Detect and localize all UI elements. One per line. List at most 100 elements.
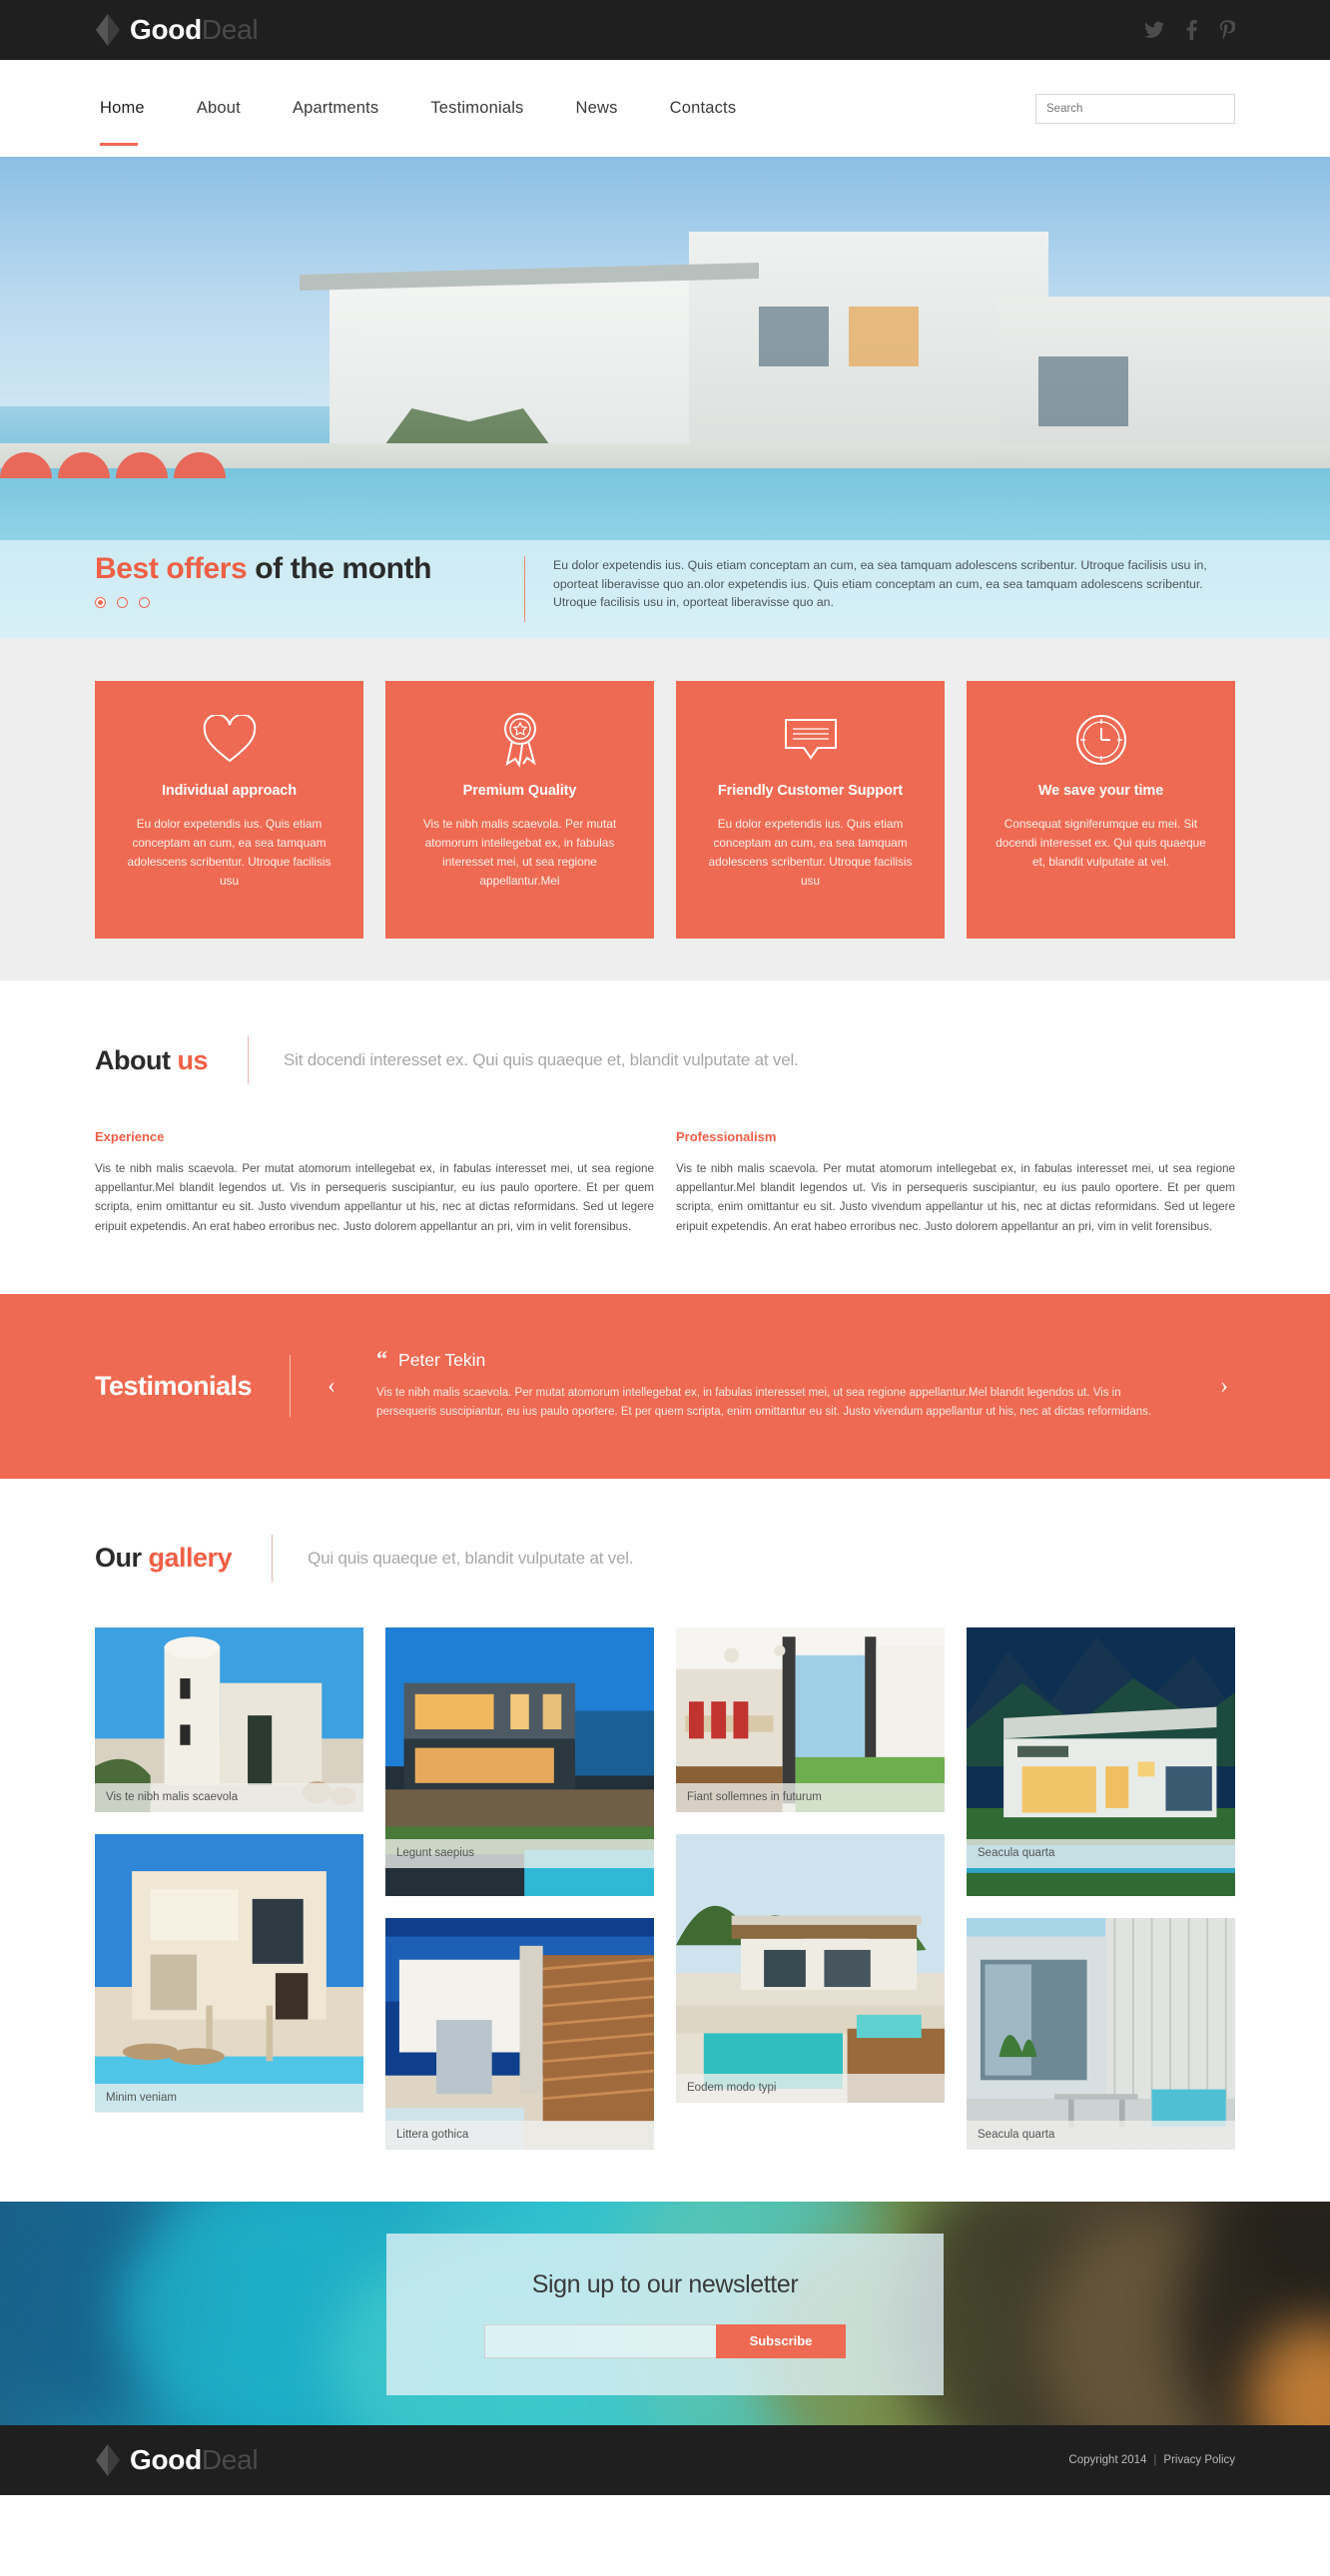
footer-logo-light: Deal [201,2443,259,2475]
gallery-caption: Vis te nibh malis scaevola [95,1783,363,1813]
facebook-icon[interactable] [1186,20,1197,40]
about-column-heading: Professionalism [676,1129,777,1144]
award-ribbon-icon [411,711,628,769]
feature-title: Individual approach [161,783,298,799]
nav-item-apartments[interactable]: Apartments [267,99,404,118]
glass-terrace-house-image [967,1917,1235,2150]
testimonials-divider [290,1355,292,1418]
feature-title: Premium Quality [462,783,577,799]
gallery-item[interactable]: Vis te nibh malis scaevola [95,1626,363,1813]
gallery-column-1: Vis te nibh malis scaevola Minim veniam [95,1626,363,2150]
nav-item-about[interactable]: About [171,99,267,118]
gallery-caption: Eodem modo typi [676,2074,945,2104]
nav-label: Home [100,99,145,117]
about-section: About us Sit docendi interesset ex. Qui … [0,980,1330,1294]
newsletter-card: Sign up to our newsletter Subscribe [386,2233,944,2395]
hero-divider [524,556,525,622]
chevron-left-icon[interactable]: ‹ [321,1373,342,1400]
about-column-body: Vis te nibh malis scaevola. Per mutat at… [95,1162,654,1233]
gallery-item[interactable]: Legunt saepius [385,1626,654,1896]
nav-item-contacts[interactable]: Contacts [644,99,763,118]
privacy-policy-link[interactable]: Privacy Policy [1163,2454,1235,2466]
footer-logo[interactable]: GoodDeal [95,2443,259,2477]
hero-dot-2[interactable] [117,597,128,608]
hero-umbrellas [0,452,226,478]
gallery-section: Our gallery Qui quis quaeque et, blandit… [0,1479,1330,2202]
gallery-item[interactable]: Seacula quarta [967,1626,1235,1896]
hero-slider: Best offers of the month Eu dolor expete… [0,157,1330,638]
hero-slider-dots [95,597,524,608]
feature-card-individual-approach[interactable]: Individual approach Eu dolor expetendis … [95,681,363,939]
about-column-heading: Experience [95,1129,165,1144]
about-title: About us [95,1045,208,1076]
gallery-caption: Fiant sollemnes in futurum [676,1783,945,1813]
speech-bubble-icon [702,711,919,769]
gallery-subtitle: Qui quis quaeque et, blandit vulputate a… [308,1548,634,1568]
section-divider [272,1534,274,1583]
nav-item-home[interactable]: Home [95,99,171,146]
site-footer: GoodDeal Copyright 2014 | Privacy Policy [0,2424,1330,2495]
section-divider [248,1036,249,1084]
gallery-item[interactable]: Eodem modo typi [676,1834,945,2104]
hero-title: Best offers of the month [95,554,524,584]
gallery-caption: Legunt saepius [385,1838,654,1868]
testimonial-text: Vis te nibh malis scaevola. Per mutat at… [376,1387,1152,1419]
gallery-column-3: Fiant sollemnes in futurum Eodem modo ty… [676,1626,945,2150]
testimonials-section: Testimonials ‹ “ Peter Tekin Vis te nibh… [0,1293,1330,1479]
newsletter-form: Subscribe [484,2323,846,2358]
search-input[interactable] [1035,93,1235,124]
gallery-header: Our gallery Qui quis quaeque et, blandit… [95,1479,1235,1583]
feature-text: Eu dolor expetendis ius. Quis etiam conc… [127,817,332,889]
nav-item-testimonials[interactable]: Testimonials [404,99,549,118]
about-columns: Experience Vis te nibh malis scaevola. P… [95,1084,1235,1294]
nav-list: Home About Apartments Testimonials News … [95,99,763,146]
clock-icon [993,711,1209,769]
diamond-logo-icon [95,13,121,47]
chevron-right-icon[interactable]: › [1213,1373,1235,1400]
newsletter-section: Sign up to our newsletter Subscribe [0,2201,1330,2425]
heart-icon [121,711,337,769]
gallery-column-4: Seacula quarta Seacula quarta [967,1626,1235,2150]
hero-dot-3[interactable] [139,597,150,608]
feature-title: We save your time [1037,783,1164,799]
gallery-item[interactable]: Minim veniam [95,1834,363,2113]
hero-title-accent: Best offers [95,552,248,585]
tropical-pool-house-image [676,1834,945,2104]
nav-active-indicator [100,143,138,146]
nav-item-news[interactable]: News [550,99,644,118]
subscribe-button[interactable]: Subscribe [716,2323,846,2358]
testimonial-content: “ Peter Tekin Vis te nibh malis scaevola… [342,1346,1213,1422]
testimonials-title: Testimonials [95,1370,253,1401]
feature-card-we-save-your-time[interactable]: We save your time Consequat signiferumqu… [967,681,1235,939]
about-title-dark: About [95,1044,171,1075]
gallery-grid: Vis te nibh malis scaevola Minim veniam … [95,1583,1235,2202]
gallery-title: Our gallery [95,1543,233,1574]
hero-dot-1[interactable] [95,597,106,608]
gallery-item[interactable]: Littera gothica [385,1917,654,2150]
footer-logo-bold: Good [130,2443,202,2475]
gallery-caption: Seacula quarta [967,2120,1235,2150]
newsletter-title: Sign up to our newsletter [531,2269,799,2298]
hero-caption-left: Best offers of the month [95,554,524,608]
feature-card-friendly-customer-support[interactable]: Friendly Customer Support Eu dolor expet… [676,681,945,939]
footer-legal: Copyright 2014 | Privacy Policy [1068,2454,1235,2466]
gallery-column-2: Legunt saepius Littera gothica [385,1626,654,2150]
pinterest-icon[interactable] [1219,20,1235,40]
copyright-text: Copyright 2014 [1068,2453,1147,2466]
site-logo[interactable]: GoodDeal [95,13,259,47]
twitter-icon[interactable] [1144,21,1164,39]
about-column-professionalism: Professionalism Vis te nibh malis scaevo… [676,1129,1235,1236]
hero-window [759,307,829,366]
feature-card-premium-quality[interactable]: Premium Quality Vis te nibh malis scaevo… [385,681,654,939]
gallery-title-accent: gallery [148,1543,233,1574]
gallery-caption: Minim veniam [95,2083,363,2113]
top-bar: GoodDeal [0,0,1330,60]
newsletter-email-input[interactable] [484,2323,716,2358]
about-header: About us Sit docendi interesset ex. Qui … [95,980,1235,1084]
main-navigation: Home About Apartments Testimonials News … [0,60,1330,157]
about-subtitle: Sit docendi interesset ex. Qui quis quae… [284,1050,799,1069]
gallery-item[interactable]: Seacula quarta [967,1917,1235,2150]
gallery-item[interactable]: Fiant sollemnes in futurum [676,1626,945,1813]
gallery-title-dark: Our [95,1543,142,1574]
quote-mark-icon: “ [376,1346,388,1372]
